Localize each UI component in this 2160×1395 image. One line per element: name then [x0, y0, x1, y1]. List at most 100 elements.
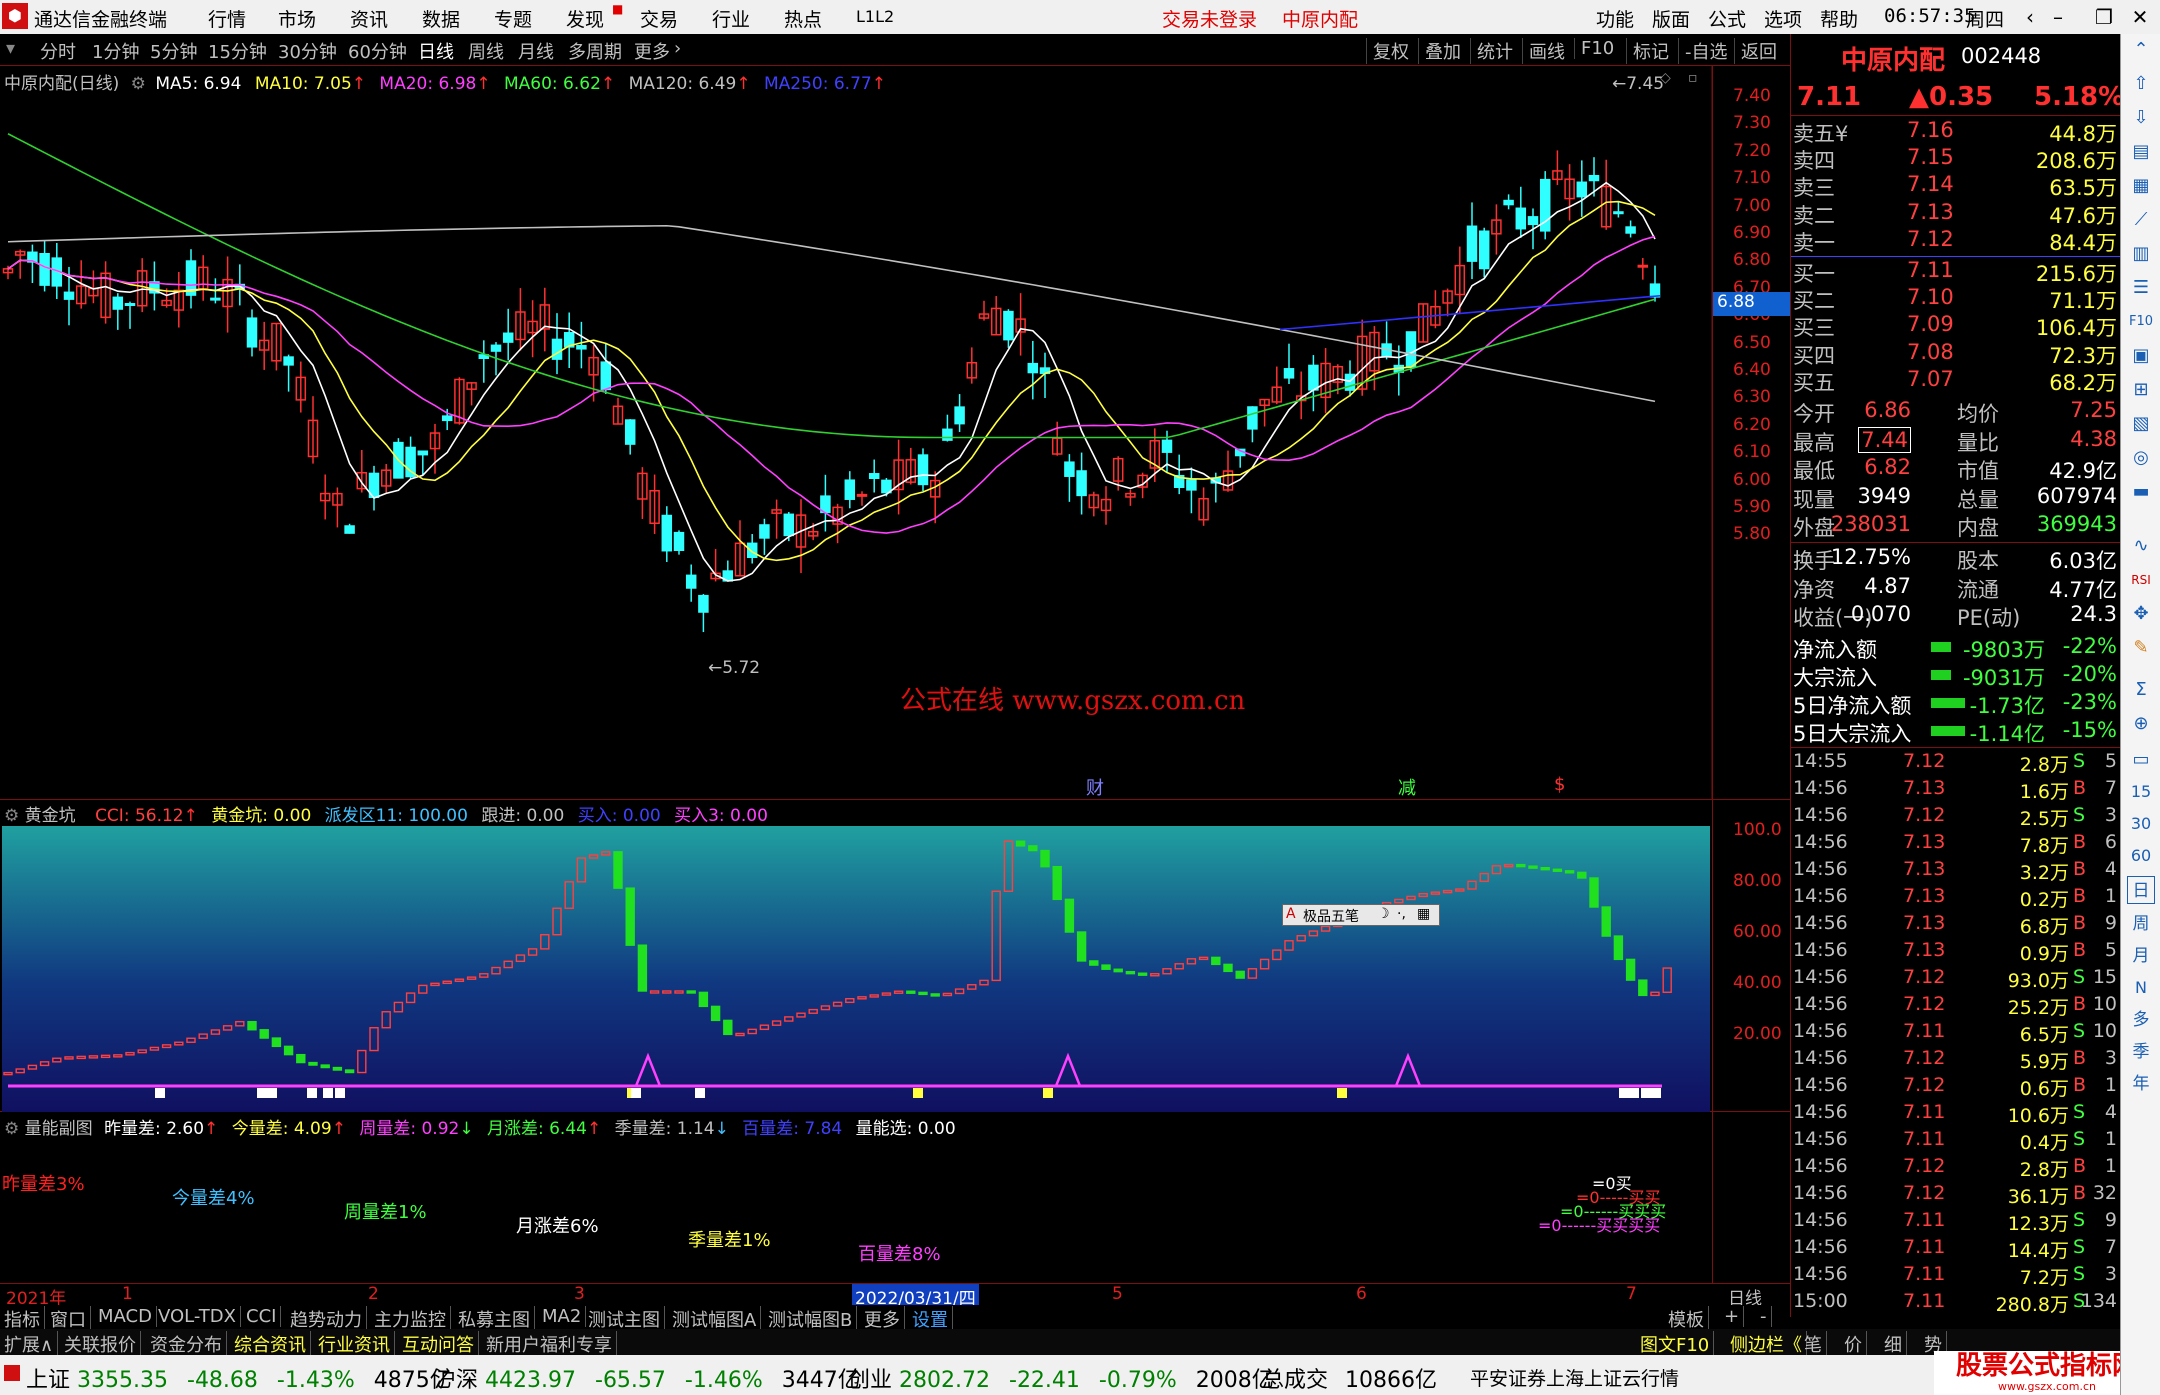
menu-item-formula[interactable]: 公式 — [1708, 5, 1746, 32]
index-cy[interactable]: 创业 2802.72 -22.41 -0.79% 2008亿 — [848, 1362, 1274, 1394]
ask-row[interactable]: 卖二 7.13 47.6万 — [1791, 200, 2121, 228]
tab-macd[interactable]: MACD — [94, 1306, 157, 1327]
period-tab-monthly[interactable]: 月线 — [518, 38, 554, 64]
minimize-icon[interactable]: – — [2044, 3, 2072, 31]
menu-item-l1l2[interactable]: L1L2 — [856, 7, 894, 26]
related-quote-tab[interactable]: 关联报价 — [60, 1331, 141, 1357]
period-tab-15min[interactable]: 15分钟 — [208, 38, 267, 64]
indicator1-panel[interactable]: ⚙ 黄金坑 CCI: 56.12↑ 黄金坑: 0.00 派发区11: 100.0… — [0, 800, 1790, 1112]
menu-item-news[interactable]: 资讯 — [350, 5, 388, 32]
period-month-label[interactable]: 月 — [2127, 942, 2155, 970]
tool-draw[interactable]: 画线 — [1522, 38, 1565, 64]
ime-toolbar[interactable]: A 极品五笔 ☽ ·, ▦ — [1282, 904, 1440, 926]
bid-row[interactable]: 买四 7.08 72.3万 — [1791, 340, 2121, 368]
menu-item-industry[interactable]: 行业 — [712, 5, 750, 32]
menu-item-markets[interactable]: 市场 — [278, 5, 316, 32]
report-icon[interactable]: ▤ — [2127, 138, 2155, 166]
pulse-icon[interactable]: ∿ — [2127, 532, 2155, 560]
fund-distribution-tab[interactable]: 资金分布 — [146, 1331, 227, 1357]
ask-row[interactable]: 卖五¥ 7.16 44.8万 — [1791, 118, 2121, 146]
period-tab-daily[interactable]: 日线 — [418, 38, 454, 64]
expand-button[interactable]: 扩展∧ — [0, 1331, 59, 1357]
bid-row[interactable]: 买一 7.11 215.6万 — [1791, 258, 2121, 286]
indicator1-chart[interactable] — [0, 826, 1712, 1112]
right-tab-price[interactable]: 价 — [1840, 1331, 1867, 1357]
period-30-label[interactable]: 30 — [2127, 810, 2155, 838]
bid-row[interactable]: 买三 7.09 106.4万 — [1791, 312, 2121, 340]
period-60-label[interactable]: 60 — [2127, 842, 2155, 870]
menu-item-layout[interactable]: 版面 — [1652, 5, 1690, 32]
dropdown-icon[interactable]: ▾ — [6, 38, 15, 59]
new-user-benefit-tab[interactable]: 新用户福利专享 — [482, 1331, 617, 1357]
period-tab-60min[interactable]: 60分钟 — [348, 38, 407, 64]
menu-item-market[interactable]: 行情 — [208, 5, 246, 32]
move-icon[interactable]: ✥ — [2127, 600, 2155, 628]
menu-item-data[interactable]: 数据 — [422, 5, 460, 32]
arrow-up-icon[interactable]: ⇧ — [2127, 70, 2155, 98]
formula-icon[interactable]: Σ — [2127, 676, 2155, 704]
trade-status[interactable]: 交易未登录 — [1162, 5, 1257, 32]
rsi-icon[interactable]: RSI — [2127, 566, 2155, 594]
period-tab-intraday[interactable]: 分时 — [40, 38, 76, 64]
tab-vol-tdx[interactable]: VOL-TDX — [154, 1306, 241, 1327]
ask-row[interactable]: 卖一 7.12 84.4万 — [1791, 227, 2121, 255]
f10-icon[interactable]: F10 — [2127, 308, 2155, 336]
menu-item-discover[interactable]: 发现 — [566, 5, 604, 32]
indicator2-panel[interactable]: ⚙ 量能副图 昨量差: 2.60↑ 今量差: 4.09↑ 周量差: 0.92↓ … — [0, 1112, 1790, 1284]
period-tab-weekly[interactable]: 周线 — [468, 38, 504, 64]
ask-row[interactable]: 卖四 7.15 208.6万 — [1791, 145, 2121, 173]
tool-overlay[interactable]: 叠加 — [1418, 38, 1461, 64]
bid-row[interactable]: 买五 7.07 68.2万 — [1791, 367, 2121, 395]
right-tab-trades[interactable]: 笔 — [1800, 1331, 1827, 1357]
tick-list[interactable]: 14:55 7.12 2.8万 S 5 14:56 7.13 1.6万 B 7 14:56 7.12 2… — [1791, 750, 2121, 1316]
grid-icon[interactable]: ⊞ — [2127, 376, 2155, 404]
close-icon[interactable]: ✕ — [2126, 3, 2154, 31]
tool-watchlist[interactable]: -自选 — [1678, 38, 1728, 64]
period-tab-more[interactable]: 更多 — [634, 38, 670, 64]
period-season-label[interactable]: 季 — [2127, 1038, 2155, 1066]
menu-item-hot[interactable]: 热点 — [784, 5, 822, 32]
menu-item-topic[interactable]: 专题 — [494, 5, 532, 32]
event-mark-dollar[interactable]: $ — [1554, 774, 1565, 795]
tool-mark[interactable]: 标记 — [1626, 38, 1669, 64]
f10-button[interactable]: 图文F10 — [1636, 1331, 1715, 1357]
filter-icon[interactable]: ▧ — [2127, 410, 2155, 438]
list-icon[interactable]: ☰ — [2127, 274, 2155, 302]
plus-icon[interactable]: ⊕ — [2127, 710, 2155, 738]
indicator2-name[interactable]: 量能副图 — [25, 1119, 93, 1139]
general-news-tab[interactable]: 综合资讯 — [230, 1331, 311, 1357]
ask-row[interactable]: 卖三 7.14 63.5万 — [1791, 172, 2121, 200]
qa-tab[interactable]: 互动问答 — [398, 1331, 479, 1357]
bid-row[interactable]: 买二 7.10 71.1万 — [1791, 285, 2121, 313]
back-icon[interactable]: ‹ — [2016, 3, 2044, 31]
sidebar-toggle[interactable]: 侧边栏《 — [1726, 1331, 1807, 1357]
menu-item-trade[interactable]: 交易 — [640, 5, 678, 32]
industry-news-tab[interactable]: 行业资讯 — [314, 1331, 395, 1357]
collapse-up-icon[interactable]: ⌃ — [2127, 36, 2155, 64]
minute-1-icon[interactable]: ▭ — [2127, 746, 2155, 774]
period-tab-30min[interactable]: 30分钟 — [278, 38, 337, 64]
period-day-label[interactable]: 日 — [2127, 876, 2155, 904]
circle-icon[interactable]: ◎ — [2127, 444, 2155, 472]
trend-chart-icon[interactable]: ⟋ — [2127, 206, 2155, 234]
period-multi-label[interactable]: 多 — [2127, 1006, 2155, 1034]
pen-icon[interactable]: ✎ — [2127, 634, 2155, 662]
right-tab-detail[interactable]: 细 — [1880, 1331, 1907, 1357]
tab-ma2[interactable]: MA2 — [538, 1306, 587, 1327]
tool-adjust[interactable]: 复权 — [1366, 38, 1409, 64]
tool-f10[interactable]: F10 — [1574, 38, 1614, 59]
ime-moon-icon[interactable]: ☽ — [1377, 906, 1390, 922]
ime-keyboard-icon[interactable]: ▦ — [1417, 906, 1430, 922]
menu-item-options[interactable]: 选项 — [1764, 5, 1802, 32]
index-sh[interactable]: 上证 3355.35 -48.68 -1.43% 4875亿 — [26, 1362, 452, 1394]
document-icon[interactable]: ▣ — [2127, 342, 2155, 370]
period-15-label[interactable]: 15 — [2127, 778, 2155, 806]
period-n-label[interactable]: N — [2127, 974, 2155, 1002]
tab-cci[interactable]: CCI — [242, 1306, 282, 1327]
zoom-in-button[interactable]: + — [1720, 1306, 1745, 1327]
period-week-label[interactable]: 周 — [2127, 910, 2155, 938]
ime-a-icon[interactable]: A — [1286, 906, 1296, 922]
event-mark-finance[interactable]: 财 — [1086, 774, 1104, 800]
table-icon[interactable]: ▦ — [2127, 172, 2155, 200]
period-year-label[interactable]: 年 — [2127, 1070, 2155, 1098]
